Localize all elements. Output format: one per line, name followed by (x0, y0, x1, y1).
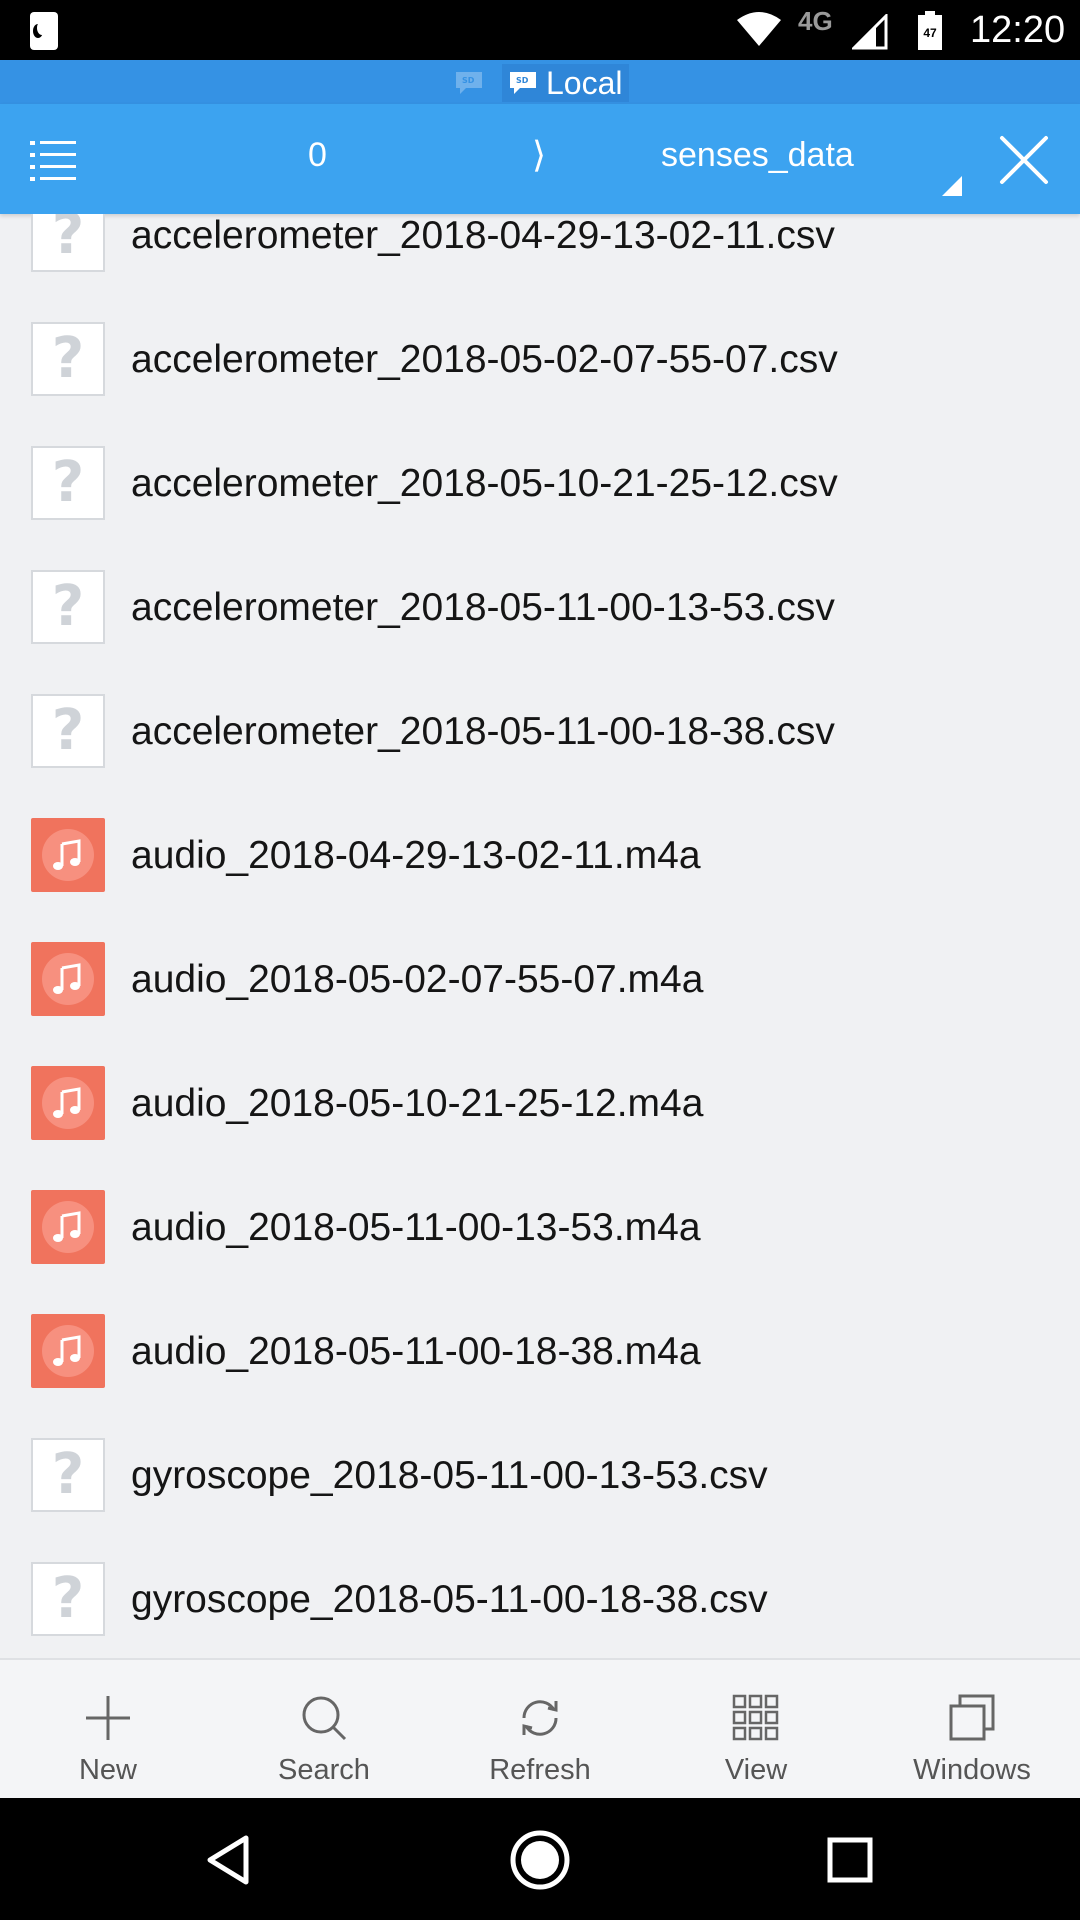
file-row[interactable]: ? accelerometer_2018-05-02-07-55-07.csv (0, 290, 1080, 414)
storage-tab-local[interactable]: SD Local (502, 64, 629, 102)
file-name: audio_2018-04-29-13-02-11.m4a (131, 834, 701, 877)
notification-icon (30, 12, 58, 50)
file-name: audio_2018-05-11-00-18-38.m4a (131, 1330, 701, 1373)
new-button[interactable]: New (0, 1660, 216, 1800)
breadcrumb-separator: ⟩ (532, 134, 547, 175)
file-name: audio_2018-05-10-21-25-12.m4a (131, 1082, 704, 1125)
file-row[interactable]: audio_2018-05-11-00-18-38.m4a (0, 1282, 1080, 1406)
file-row[interactable]: ? accelerometer_2018-05-11-00-18-38.csv (0, 662, 1080, 786)
music-note-icon (53, 1211, 81, 1242)
file-row[interactable]: audio_2018-04-29-13-02-11.m4a (0, 786, 1080, 910)
refresh-button[interactable]: Refresh (432, 1660, 648, 1800)
music-note-icon (53, 1087, 81, 1118)
windows-label: Windows (913, 1754, 1031, 1786)
svg-text:SD: SD (516, 76, 529, 85)
back-icon[interactable] (198, 1828, 262, 1892)
file-name: audio_2018-05-02-07-55-07.m4a (131, 958, 704, 1001)
view-button[interactable]: View (648, 1660, 864, 1800)
home-icon[interactable] (508, 1828, 572, 1892)
unknown-file-icon: ? (31, 322, 105, 396)
refresh-label: Refresh (489, 1754, 591, 1786)
audio-file-icon (31, 1190, 105, 1264)
file-row[interactable]: audio_2018-05-02-07-55-07.m4a (0, 910, 1080, 1034)
file-name: accelerometer_2018-05-11-00-18-38.csv (131, 710, 835, 753)
storage-bar: SD SD Local (0, 60, 1080, 104)
file-name: accelerometer_2018-05-10-21-25-12.csv (131, 462, 838, 505)
music-note-icon (53, 963, 81, 994)
clock: 12:20 (970, 9, 1066, 51)
svg-text:SD: SD (462, 76, 475, 85)
file-row[interactable]: ? accelerometer_2018-04-29-13-02-11.csv (0, 214, 1080, 290)
plus-icon (86, 1696, 130, 1740)
audio-file-icon (31, 942, 105, 1016)
bottom-toolbar: New Search Refresh View Windows (0, 1658, 1080, 1798)
unknown-file-icon: ? (31, 694, 105, 768)
search-icon (302, 1696, 347, 1741)
toolbar: 0 ⟩ senses_data (0, 104, 1080, 214)
storage-label: Local (546, 64, 623, 101)
audio-file-icon (31, 1314, 105, 1388)
search-label: Search (278, 1754, 370, 1786)
file-row[interactable]: audio_2018-05-11-00-13-53.m4a (0, 1158, 1080, 1282)
new-label: New (78, 1754, 137, 1786)
file-row[interactable]: ? gyroscope_2018-05-11-00-18-38.csv (0, 1530, 1080, 1654)
network-type-label: 4G (798, 6, 833, 36)
sd-card-icon[interactable]: SD (454, 70, 484, 96)
view-label: View (724, 1754, 788, 1786)
signal-icon (852, 14, 888, 50)
music-note-icon (53, 1335, 81, 1366)
file-name: accelerometer_2018-04-29-13-02-11.csv (131, 214, 835, 257)
file-list: ? accelerometer_2018-04-29-13-02-11.csv … (0, 214, 1080, 1658)
close-icon[interactable] (996, 132, 1052, 188)
file-name: accelerometer_2018-05-11-00-13-53.csv (131, 586, 835, 629)
file-row[interactable]: audio_2018-05-10-21-25-12.m4a (0, 1034, 1080, 1158)
file-name: accelerometer_2018-05-02-07-55-07.csv (131, 338, 838, 381)
unknown-file-icon: ? (31, 214, 105, 272)
file-name: gyroscope_2018-05-11-00-13-53.csv (131, 1454, 768, 1497)
unknown-file-icon: ? (31, 1438, 105, 1512)
wifi-icon (737, 12, 781, 46)
status-bar: 4G 47 12:20 (0, 0, 1080, 60)
breadcrumb-root[interactable]: 0 (290, 136, 345, 175)
unknown-file-icon: ? (31, 570, 105, 644)
navigation-bar (0, 1798, 1080, 1920)
screen: 4G 47 12:20 SD SD Local 0 ⟩ senses_data … (0, 0, 1080, 1920)
windows-icon (949, 1694, 995, 1741)
file-name: gyroscope_2018-05-11-00-18-38.csv (131, 1578, 768, 1621)
file-name: audio_2018-05-11-00-13-53.m4a (131, 1206, 701, 1249)
windows-button[interactable]: Windows (864, 1660, 1080, 1800)
recents-icon[interactable] (818, 1828, 882, 1892)
search-button[interactable]: Search (216, 1660, 432, 1800)
audio-file-icon (31, 1066, 105, 1140)
file-row[interactable]: ? accelerometer_2018-05-10-21-25-12.csv (0, 414, 1080, 538)
refresh-icon (522, 1700, 558, 1736)
grid-view-icon (732, 1694, 779, 1741)
menu-icon[interactable] (28, 137, 78, 181)
sd-card-icon: SD (510, 72, 536, 94)
unknown-file-icon: ? (31, 446, 105, 520)
battery-level: 47 (923, 26, 937, 40)
unknown-file-icon: ? (31, 1562, 105, 1636)
dropdown-corner-icon[interactable] (942, 176, 962, 196)
audio-file-icon (31, 818, 105, 892)
file-row[interactable]: ? accelerometer_2018-05-11-00-13-53.csv (0, 538, 1080, 662)
file-row[interactable]: ? gyroscope_2018-05-11-00-13-53.csv (0, 1406, 1080, 1530)
music-note-icon (53, 839, 81, 870)
breadcrumb-current-folder[interactable]: senses_data (661, 136, 854, 175)
